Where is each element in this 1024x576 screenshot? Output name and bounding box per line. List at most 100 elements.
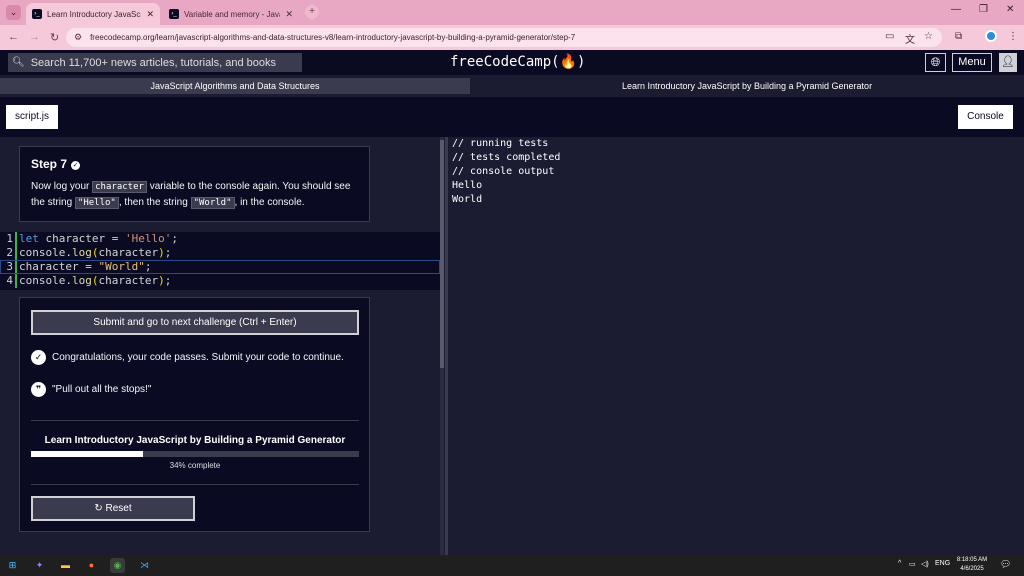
vscode-icon[interactable]: ⋊ <box>137 558 152 573</box>
restore-icon[interactable]: ❐ <box>979 4 988 15</box>
gutter-marker <box>15 260 17 274</box>
code-token: ; <box>164 246 172 259</box>
gutter-marker <box>15 274 17 288</box>
address-bar[interactable]: ⚙ freecodecamp.org/learn/javascript-algo… <box>66 28 942 47</box>
chrome-icon[interactable]: ◉ <box>110 558 125 573</box>
fcc-logo[interactable]: freeCodeCamp(🔥) <box>450 54 585 70</box>
language-indicator[interactable]: ENG <box>935 560 950 567</box>
code-token: 'Hello' <box>124 232 172 245</box>
reset-label: Reset <box>105 503 132 514</box>
menu-button[interactable]: Menu <box>952 53 992 72</box>
reload-icon[interactable]: ↻ <box>50 31 59 44</box>
site-info-icon[interactable]: ⚙ <box>74 32 82 43</box>
back-icon[interactable]: ← <box>8 31 19 43</box>
browser-tab[interactable]: ›_ Variable and memory - JavaScri ✕ <box>163 3 299 25</box>
scrollbar-thumb[interactable] <box>440 140 444 368</box>
progress-bar-fill <box>31 451 143 457</box>
browser-tab-title: Learn Introductory JavaScript b <box>47 9 141 19</box>
code-token: "World" <box>98 260 145 273</box>
code-line[interactable]: 2 console.log(character); <box>0 246 440 260</box>
extensions-icon[interactable]: ⧉ <box>955 31 962 42</box>
code-token: ; <box>164 274 172 287</box>
file-explorer-icon[interactable]: ▬ <box>58 558 73 573</box>
new-tab-button[interactable]: + <box>305 5 319 19</box>
copilot-icon[interactable]: ✦ <box>32 558 47 573</box>
forward-icon[interactable]: → <box>29 31 40 43</box>
tab-script-js[interactable]: script.js <box>6 105 58 129</box>
reset-icon: ↻ <box>94 503 103 514</box>
code-editor[interactable]: 1 let character = 'Hello'; 2 console.log(c… <box>0 232 440 290</box>
success-message: ✓ Congratulations, your code passes. Sub… <box>31 350 344 365</box>
instructions-text: Now log your character variable to the c… <box>31 179 358 211</box>
step-title: Step 7 ✓ <box>31 157 358 171</box>
browser-toolbar: ← → ↻ ⚙ freecodecamp.org/learn/javascrip… <box>0 25 1024 50</box>
window-close-icon[interactable]: ✕ <box>1006 4 1014 15</box>
motivational-quote: ❞ "Pull out all the stops!" <box>31 382 151 397</box>
check-circle-icon: ✓ <box>31 350 46 365</box>
console-line: World <box>452 194 483 205</box>
line-number: 1 <box>6 232 13 245</box>
code-token: character <box>98 274 159 287</box>
code-token: character = <box>19 260 99 273</box>
minimize-icon[interactable]: — <box>951 4 961 15</box>
code-token: console. <box>19 274 72 287</box>
code-token: log <box>71 274 92 287</box>
submit-button[interactable]: Submit and go to next challenge (Ctrl + … <box>31 310 359 335</box>
url-text: freecodecamp.org/learn/javascript-algori… <box>90 33 576 42</box>
code-token: let <box>19 232 39 245</box>
user-avatar[interactable]: 👤︎ <box>999 53 1017 72</box>
fcc-favicon-icon: ›_ <box>169 9 179 19</box>
tray-overflow-icon[interactable]: ^ <box>898 560 901 567</box>
progress-title: Learn Introductory JavaScript by Buildin… <box>44 435 346 446</box>
fcc-navbar: 🔍︎ Search 11,700+ news articles, tutoria… <box>0 50 1024 75</box>
quote-text: "Pull out all the stops!" <box>52 384 152 395</box>
reset-button[interactable]: ↻ Reset <box>31 496 195 521</box>
clock[interactable]: 8:18:05 AM 4/6/2025 <box>954 556 990 574</box>
close-icon[interactable]: ✕ <box>146 9 154 20</box>
browser-tab-active[interactable]: ›_ Learn Introductory JavaScript b ✕ <box>26 3 160 25</box>
instructions-fragment: , then the string <box>118 197 191 208</box>
progress-bar <box>31 451 359 457</box>
code-line[interactable]: 1 let character = 'Hello'; <box>0 232 440 246</box>
console-line: // console output <box>452 166 555 177</box>
chrome-menu-icon[interactable]: ⋮ <box>1008 31 1018 42</box>
browser-tab-title: Variable and memory - JavaScri <box>184 9 280 19</box>
install-app-icon[interactable]: ▭ <box>885 31 894 42</box>
bookmark-star-icon[interactable]: ☆ <box>924 31 933 42</box>
tab-search-button[interactable]: ⌄ <box>6 5 21 20</box>
language-globe-icon[interactable]: 🌐︎ <box>925 53 946 72</box>
quote-icon: ❞ <box>31 382 46 397</box>
browser-tab-strip: ⌄ ›_ Learn Introductory JavaScript b ✕ ›… <box>0 0 1024 25</box>
notification-icon[interactable]: 💬︎ <box>1000 559 1011 570</box>
breadcrumb: JavaScript Algorithms and Data Structure… <box>0 75 1024 97</box>
step-title-text: Step 7 <box>31 157 68 171</box>
clock-date: 4/6/2025 <box>960 566 984 572</box>
line-number: 4 <box>6 274 13 287</box>
profile-avatar[interactable] <box>985 30 997 42</box>
firefox-icon[interactable]: ● <box>84 558 99 573</box>
search-input[interactable]: 🔍︎ Search 11,700+ news articles, tutoria… <box>8 53 302 72</box>
translate-icon[interactable]: 文 <box>905 31 915 46</box>
editor-tabs-row: script.js Console <box>0 97 1024 137</box>
console-line: // tests completed <box>452 152 561 163</box>
breadcrumb-block[interactable]: Learn Introductory JavaScript by Buildin… <box>470 78 1024 94</box>
search-icon: 🔍︎ <box>12 57 25 68</box>
code-line[interactable]: 4 console.log(character); <box>0 274 440 288</box>
code-line-current[interactable]: 3 character = "World"; <box>0 260 440 274</box>
battery-icon[interactable]: ▭ <box>909 560 916 568</box>
breadcrumb-superblock[interactable]: JavaScript Algorithms and Data Structure… <box>0 78 470 94</box>
code-token: ) <box>158 274 165 287</box>
code-token: character <box>98 246 159 259</box>
check-circle-icon: ✓ <box>71 161 81 170</box>
divider <box>31 484 359 485</box>
tab-console[interactable]: Console <box>958 105 1013 129</box>
challenge-pane: Step 7 ✓ Now log your character variable … <box>0 137 445 555</box>
code-token: character = <box>38 232 125 245</box>
line-number: 2 <box>6 246 13 259</box>
close-icon[interactable]: ✕ <box>285 9 293 20</box>
instructions-panel: Step 7 ✓ Now log your character variable … <box>19 146 370 222</box>
windows-taskbar: ⊞ ✦ ▬ ● ◉ ⋊ ^ ▭ ◁) ENG 8:18:05 AM 4/6/20… <box>0 555 1024 576</box>
action-panel: Submit and go to next challenge (Ctrl + … <box>19 297 370 532</box>
windows-start-icon[interactable]: ⊞ <box>5 558 20 573</box>
volume-icon[interactable]: ◁) <box>921 560 929 568</box>
